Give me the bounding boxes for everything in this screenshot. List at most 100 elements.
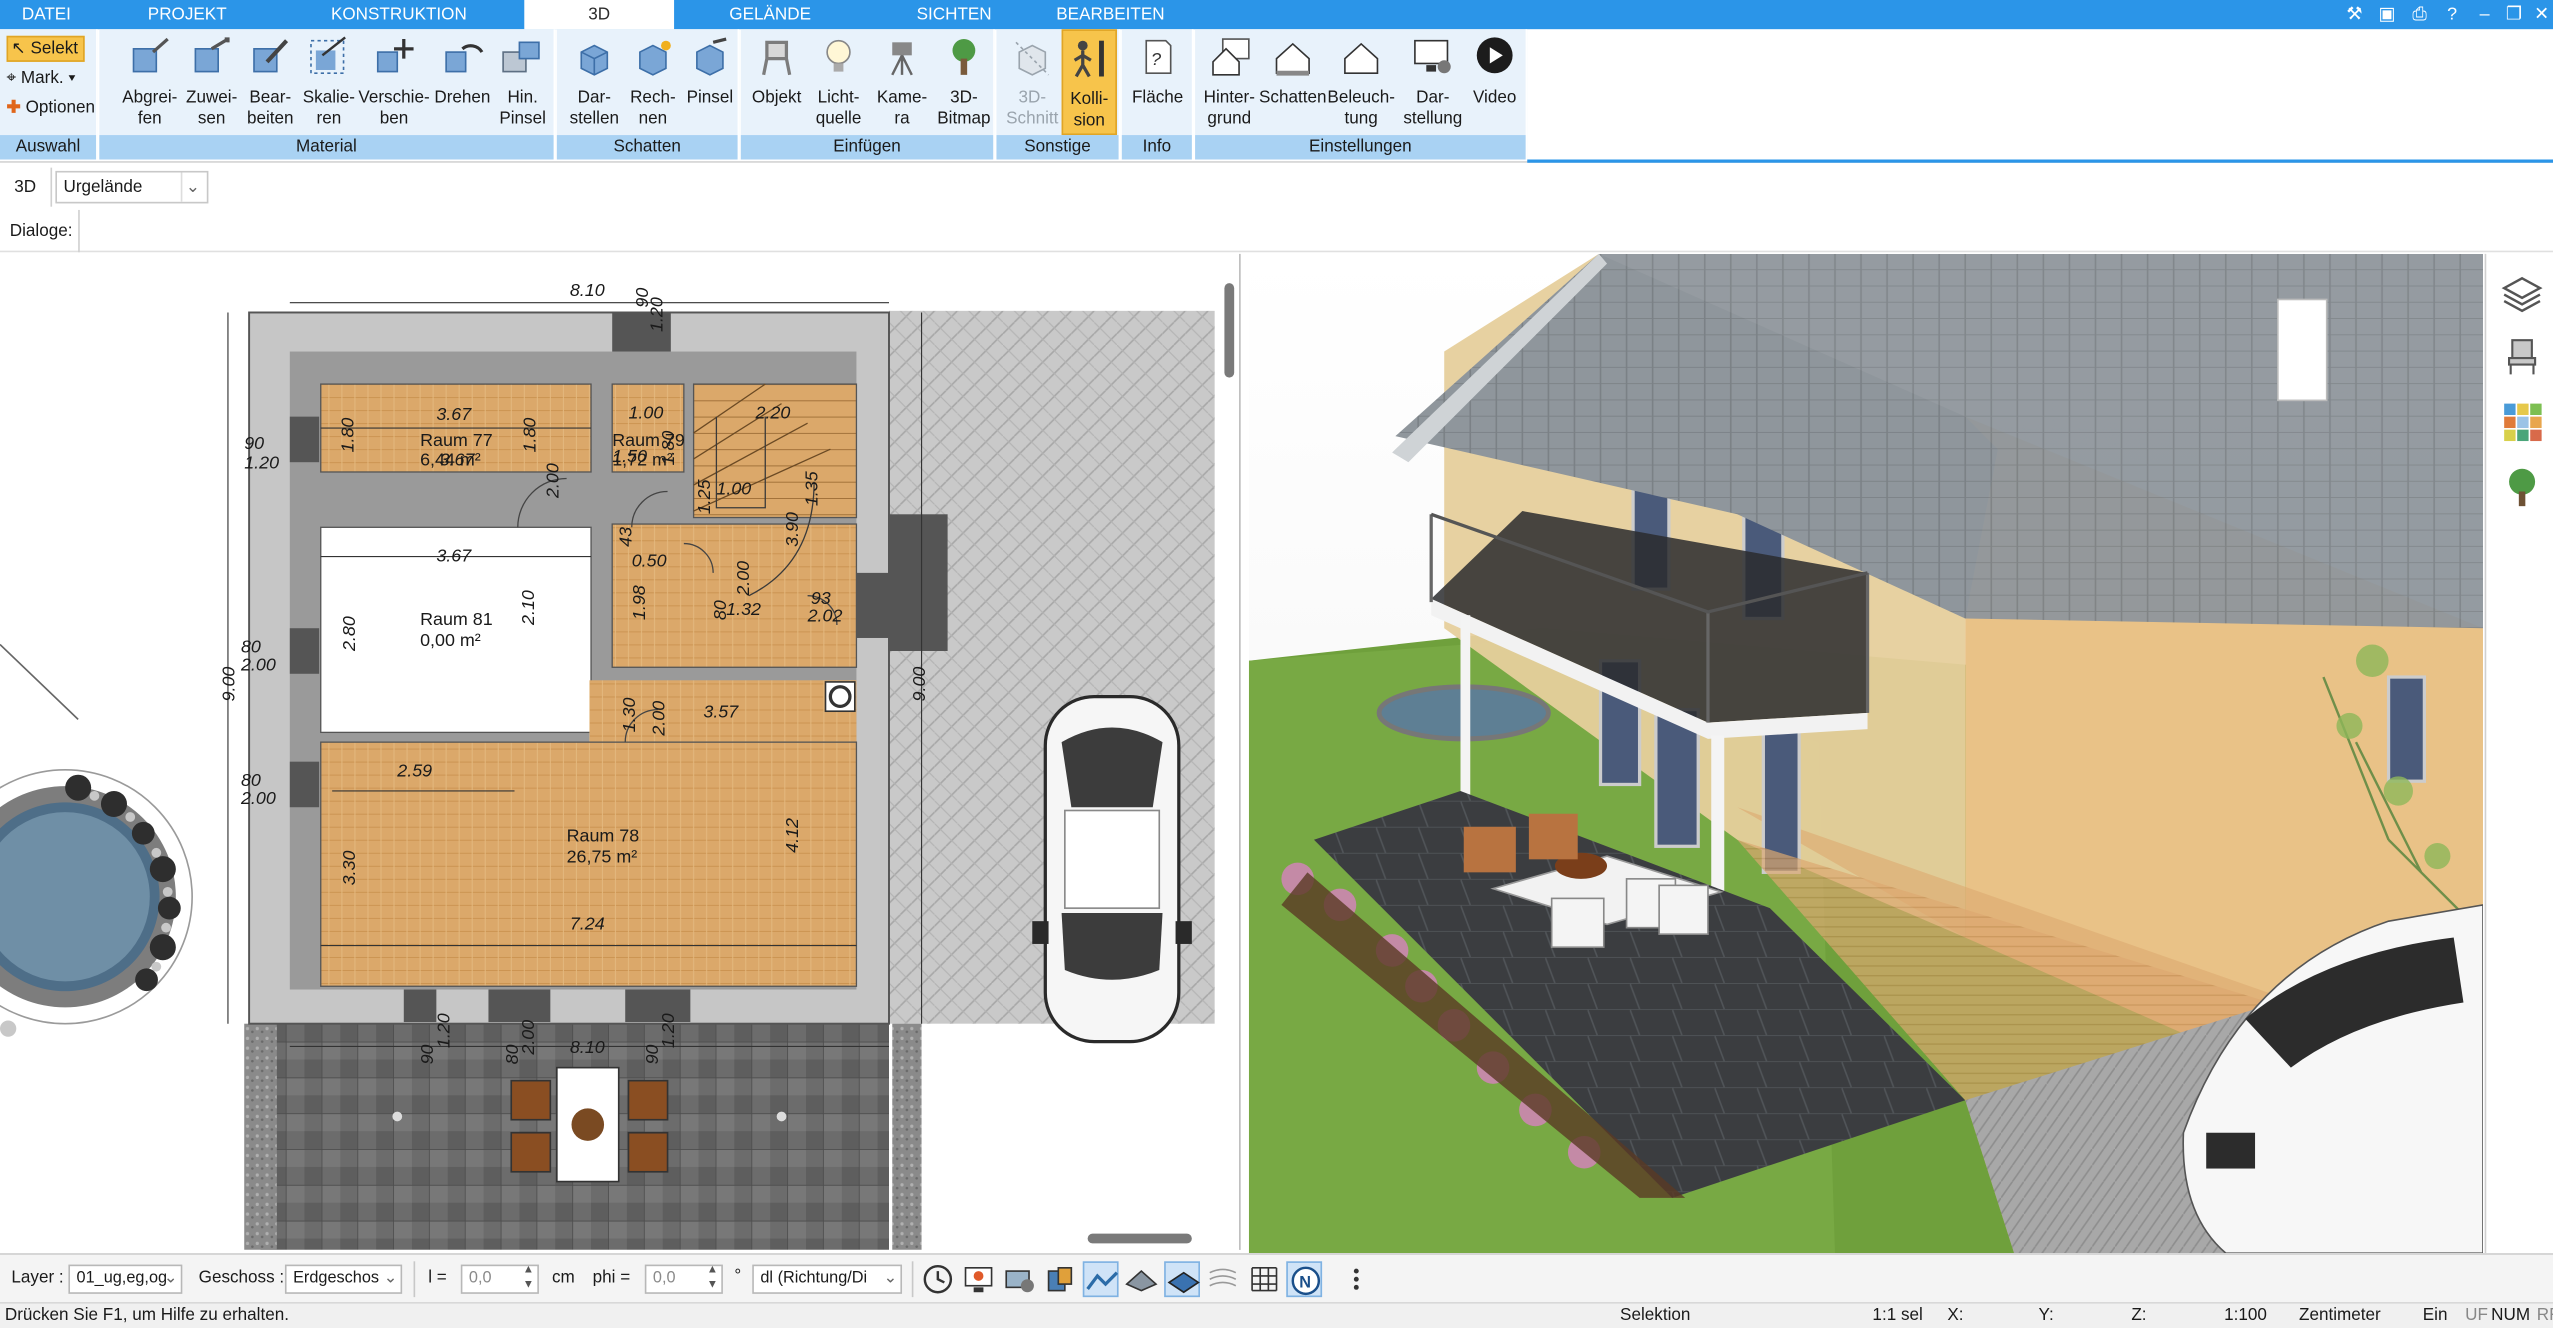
3d-view[interactable] (1248, 253, 2484, 1254)
layers-icon[interactable] (2501, 273, 2543, 315)
save-icon[interactable]: ▣ (2374, 2, 2400, 28)
horizontal-scrollbar[interactable] (1087, 1233, 1192, 1244)
north-icon[interactable]: N (1286, 1261, 1323, 1298)
dim-125: 1.25 (694, 479, 714, 514)
close-icon[interactable]: ✕ (2529, 2, 2553, 28)
more-icon[interactable] (1338, 1261, 1374, 1297)
clock-icon[interactable] (920, 1261, 956, 1297)
print-icon[interactable]: ⎙ (2406, 2, 2432, 28)
toolbar-3d-row: 3D Urgelände ⌄ (0, 167, 2553, 207)
minimize-icon[interactable]: – (2472, 2, 2498, 28)
chimney-marker (824, 681, 856, 713)
mode-dropdown[interactable]: dl (Richtung/Di ⌄ (752, 1264, 903, 1294)
tools-icon[interactable]: ⚒ (2341, 2, 2367, 28)
status-uf: UF (2465, 1305, 2488, 1325)
mark-button[interactable]: ⌖ Mark. ▾ (7, 67, 76, 90)
objects-icon[interactable] (1042, 1261, 1078, 1297)
hatch-icon[interactable] (1205, 1261, 1241, 1297)
render-settings-icon[interactable] (1001, 1261, 1037, 1297)
dialoge-label: Dialoge: (0, 209, 80, 253)
furniture-icon[interactable] (2501, 335, 2543, 377)
darstellung-button[interactable]: Dar- stellung (1400, 29, 1465, 135)
area-info-icon: ? (1145, 39, 1172, 75)
move-icon (376, 39, 414, 73)
tab-gelaende[interactable]: GELÄNDE (700, 0, 840, 29)
video-button[interactable]: Video (1465, 29, 1524, 135)
layer-dropdown[interactable]: 01_ug,eg,og ⌄ (68, 1264, 183, 1294)
layer-label: Layer : (11, 1267, 64, 1288)
floorplan-canvas[interactable]: 8.10 9.00 9.00 8.10 1.20 90 90 1.20 80 2… (0, 254, 1241, 1250)
gravel-strip-right (892, 1023, 922, 1250)
group-label-auswahl: Auswahl (0, 135, 97, 160)
house-shadow-icon (1275, 42, 1310, 76)
tree-icon[interactable] (2501, 465, 2543, 507)
help-icon[interactable]: ? (2439, 2, 2465, 28)
materials-icon[interactable] (2501, 400, 2543, 442)
dim-130: 1.30 (619, 698, 639, 733)
monitor-icon[interactable] (961, 1261, 997, 1297)
tab-projekt[interactable]: PROJEKT (117, 0, 257, 29)
group-label-material: Material (99, 135, 554, 160)
stepper-icon[interactable]: ▲ ▼ (707, 1263, 718, 1292)
group-info: ? Fläche Info (1121, 29, 1194, 160)
selekt-button[interactable]: ↖ Selekt (6, 35, 85, 62)
beleuchtung-button[interactable]: Beleuch- tung (1327, 29, 1395, 135)
dim-357: 3.57 (703, 702, 739, 722)
assign-icon (194, 37, 230, 73)
schatten-settings-button[interactable]: Schatten (1259, 29, 1327, 135)
optionen-button[interactable]: ✚ Optionen (7, 96, 96, 119)
roof-surface-icon[interactable] (1123, 1261, 1159, 1297)
3d-render-canvas[interactable] (1248, 253, 2484, 1254)
3d-schnitt-button[interactable]: 3D- Schnitt (1003, 29, 1062, 135)
svg-text:?: ? (1151, 49, 1161, 69)
pinsel-button[interactable]: Pinsel (681, 29, 740, 135)
restore-icon[interactable]: ❐ (2501, 2, 2527, 28)
tab-sichten[interactable]: SICHTEN (886, 0, 1023, 29)
length-input[interactable]: 0,0 ▲ ▼ (460, 1263, 539, 1294)
kamera-button[interactable]: Kame- ra (871, 29, 933, 135)
abgreifen-button[interactable]: Abgrei- fen (119, 29, 181, 135)
pond (0, 643, 193, 1037)
dim-200b: 2.00 (240, 788, 276, 808)
tab-3d[interactable]: 3D (524, 0, 675, 30)
verschieben-button[interactable]: Verschie- ben (358, 29, 430, 135)
lichtquelle-button[interactable]: Licht- quelle (806, 29, 871, 135)
chair-icon (762, 40, 792, 76)
vertical-scrollbar[interactable] (1224, 283, 1235, 378)
cursor-icon: ↖ (11, 39, 26, 59)
flaeche-button[interactable]: ? Fläche (1128, 29, 1187, 135)
terrain-icon[interactable] (1082, 1261, 1119, 1298)
tab-datei[interactable]: DATEI (0, 0, 93, 29)
dim-259: 2.59 (396, 760, 432, 780)
floorplan-view[interactable]: 8.10 9.00 9.00 8.10 1.20 90 90 1.20 80 2… (0, 253, 1241, 1250)
status-num: NUM (2491, 1305, 2531, 1325)
kollision-button[interactable]: Kolli- sion (1061, 29, 1117, 136)
group-sonstige: 3D- Schnitt Kolli- sion Sonstige (996, 29, 1121, 160)
hin-pinsel-button[interactable]: Hin. Pinsel (490, 29, 555, 135)
rechnen-button[interactable]: Rech- nen (622, 29, 684, 135)
tab-konstruktion[interactable]: KONSTRUKTION (293, 0, 505, 29)
status-mode: Selektion (1620, 1305, 1691, 1325)
dim-left: 9.00 (218, 667, 238, 702)
shadow-brush-icon (696, 37, 727, 76)
gravel-strip-left (244, 1023, 277, 1250)
status-help: Drücken Sie F1, um Hilfe zu erhalten. (4, 1305, 290, 1325)
phi-input[interactable]: 0,0 ▲ ▼ (644, 1263, 723, 1294)
house-light-icon (1344, 42, 1379, 75)
dim-330: 3.30 (339, 850, 359, 885)
tab-bearbeiten[interactable]: BEARBEITEN (1042, 0, 1179, 29)
dim-135: 1.35 (801, 471, 821, 506)
group-label-sonstige: Sonstige (996, 135, 1119, 160)
dim-198: 1.98 (629, 585, 649, 620)
geschoss-dropdown[interactable]: Erdgeschos ⌄ (284, 1264, 403, 1294)
3d-bitmap-button[interactable]: 3D- Bitmap (933, 29, 995, 135)
group-schatten: Dar- stellen Rech- nen Pinsel Schatten (556, 29, 740, 160)
stepper-icon[interactable]: ▲ ▼ (523, 1263, 534, 1292)
status-bar: Drücken Sie F1, um Hilfe zu erhalten. Se… (0, 1302, 2553, 1328)
terrain-dropdown[interactable]: Urgelände ⌄ (55, 170, 209, 204)
skalieren-button[interactable]: Skalie- ren (298, 29, 360, 135)
grid-icon[interactable] (1246, 1261, 1282, 1297)
objekt-button[interactable]: Objekt (747, 29, 806, 135)
floor-plane-icon[interactable] (1164, 1261, 1200, 1298)
hintergrund-button[interactable]: Hinter- grund (1198, 29, 1260, 135)
